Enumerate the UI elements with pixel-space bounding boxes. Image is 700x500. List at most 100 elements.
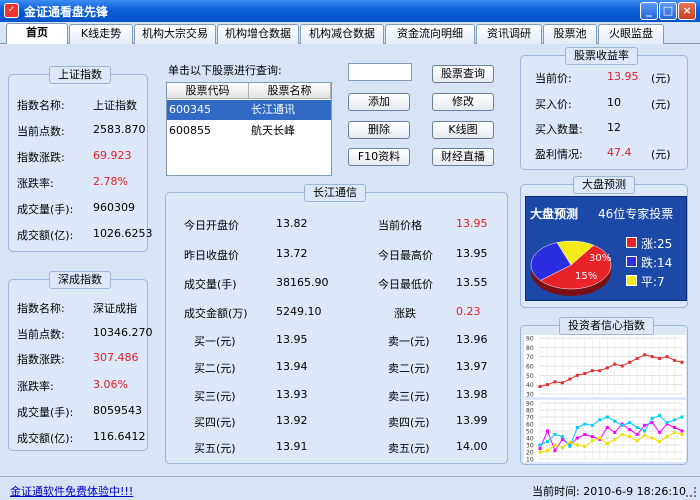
shanghai-index-panel: 上证指数 指数名称: 上证指数 当前点数: 2583.870 指数涨跌: 69.… <box>8 66 153 252</box>
tab-research[interactable]: 资讯调研 <box>476 24 542 44</box>
query-prompt: 单击以下股票进行查询: <box>168 64 282 77</box>
detail-right-value: 13.55 <box>456 276 488 289</box>
data-point <box>628 428 632 432</box>
data-point <box>673 358 677 362</box>
tab-increase[interactable]: 机构增仓数据 <box>217 24 299 44</box>
data-point <box>575 426 579 429</box>
y-tick-label: 90 <box>526 336 534 343</box>
current-points-value: 2583.870 <box>93 123 146 136</box>
current-points-value: 10346.270 <box>93 326 153 339</box>
tab-decrease[interactable]: 机构减仓数据 <box>300 24 384 44</box>
table-row[interactable]: 600855 航天长峰 <box>167 121 331 141</box>
forecast-widget: 大盘预测 46位专家投票 54%30%15% 涨:25跌:14平:7 <box>525 196 687 301</box>
panel-caption: 投资者信心指数 <box>559 317 654 335</box>
data-point <box>575 443 579 447</box>
tab-stock-pool[interactable]: 股票池 <box>543 24 597 44</box>
tab-monitor[interactable]: 火眼监盘 <box>598 24 664 44</box>
tab-fund-flow[interactable]: 资金流向明细 <box>385 24 475 44</box>
data-point <box>680 429 684 433</box>
tab-strip: 首页 K线走势 机构大宗交易 机构增仓数据 机构减仓数据 资金流向明细 资讯调研… <box>0 22 700 44</box>
data-point <box>568 377 572 381</box>
data-point <box>680 415 684 419</box>
tab-home[interactable]: 首页 <box>6 23 68 44</box>
tab-block-trade[interactable]: 机构大宗交易 <box>134 24 216 44</box>
unit-label: (元) <box>651 72 671 85</box>
data-point <box>583 433 587 436</box>
confidence-chart-top: 90 80 70 60 50 40 30 <box>524 335 686 397</box>
data-point <box>643 433 647 437</box>
detail-right-label: 卖一(元) <box>388 335 430 348</box>
data-point <box>658 414 662 418</box>
data-point <box>545 449 549 453</box>
data-point <box>605 366 609 370</box>
data-point <box>613 430 617 434</box>
detail-left-value: 13.82 <box>276 217 308 230</box>
maximize-button[interactable]: □ <box>659 2 677 20</box>
stock-query-button[interactable]: 股票查询 <box>432 65 494 83</box>
detail-right-value: 13.95 <box>456 247 488 260</box>
table-row[interactable]: 600345 长江通讯 <box>167 100 331 120</box>
data-point <box>635 433 639 436</box>
y-tick-label: 30 <box>526 392 534 398</box>
y-tick-label: 60 <box>526 422 534 429</box>
stock-code-input[interactable] <box>348 63 412 81</box>
turnover-value: 116.6412 <box>93 430 146 443</box>
current-time-value: 2010-6-9 18:26:10 <box>583 485 687 498</box>
y-tick-label: 80 <box>526 408 534 415</box>
data-point <box>643 429 647 433</box>
data-point <box>575 373 579 377</box>
delete-button[interactable]: 删除 <box>348 121 410 139</box>
index-change-value: 69.923 <box>93 149 132 162</box>
stock-code: 600345 <box>169 103 211 116</box>
edit-button[interactable]: 修改 <box>432 93 494 111</box>
data-point <box>605 426 609 429</box>
column-header-code[interactable]: 股票代码 <box>167 83 249 99</box>
data-point <box>673 426 677 429</box>
current-price-value: 13.95 <box>607 70 639 83</box>
data-point <box>650 416 654 420</box>
data-point <box>583 422 587 426</box>
minimize-button[interactable]: _ <box>640 2 658 20</box>
add-button[interactable]: 添加 <box>348 93 410 111</box>
y-tick-label: 60 <box>526 364 534 371</box>
data-point <box>665 355 669 359</box>
detail-left-value: 13.92 <box>276 414 308 427</box>
column-header-name[interactable]: 股票名称 <box>249 83 331 99</box>
resize-grip[interactable] <box>686 487 696 497</box>
legend-label: 平:7 <box>641 275 665 289</box>
legend-swatch <box>626 275 637 286</box>
earnings-panel: 股票收益率 当前价: 13.95 (元) 买入价: 10 (元) 买入数量: 1… <box>520 47 688 170</box>
current-time: 当前时间: 2010-6-9 18:26:10 <box>532 483 686 499</box>
data-point <box>545 383 549 387</box>
app-icon: ✓ <box>4 3 19 18</box>
detail-left-label: 买五(元) <box>194 442 236 455</box>
buy-quantity-label: 买入数量: <box>535 123 583 136</box>
finance-live-button[interactable]: 财经直播 <box>432 148 494 166</box>
data-point <box>665 421 669 425</box>
data-point <box>575 436 579 440</box>
index-name-label: 指数名称: <box>17 99 65 112</box>
tab-kline[interactable]: K线走势 <box>69 24 133 44</box>
title-bar: ✓ 金证通看盘先锋 _ □ × <box>0 0 700 22</box>
close-button[interactable]: × <box>678 2 696 20</box>
stock-name: 长江通讯 <box>251 103 295 116</box>
data-point <box>583 371 587 375</box>
kline-chart-button[interactable]: K线图 <box>432 121 494 139</box>
data-point <box>553 433 557 436</box>
data-point <box>583 444 587 448</box>
data-point <box>650 436 654 440</box>
detail-left-label: 买一(元) <box>194 335 236 348</box>
legend-label: 涨:25 <box>641 237 673 251</box>
f10-info-button[interactable]: F10资料 <box>348 148 410 166</box>
data-point <box>560 435 564 439</box>
stock-table: 股票代码 股票名称 600345 长江通讯 600855 航天长峰 <box>166 82 332 176</box>
data-point <box>643 353 647 357</box>
data-point <box>673 418 677 422</box>
free-trial-link[interactable]: 金证通软件免费体验中!!! <box>10 483 133 499</box>
panel-caption: 大盘预测 <box>573 176 635 194</box>
volume-label: 成交量(手): <box>17 203 74 216</box>
index-name-value: 深证成指 <box>93 302 137 315</box>
index-change-value: 307.486 <box>93 351 139 364</box>
buy-price-label: 买入价: <box>535 98 572 111</box>
data-point <box>553 449 557 453</box>
